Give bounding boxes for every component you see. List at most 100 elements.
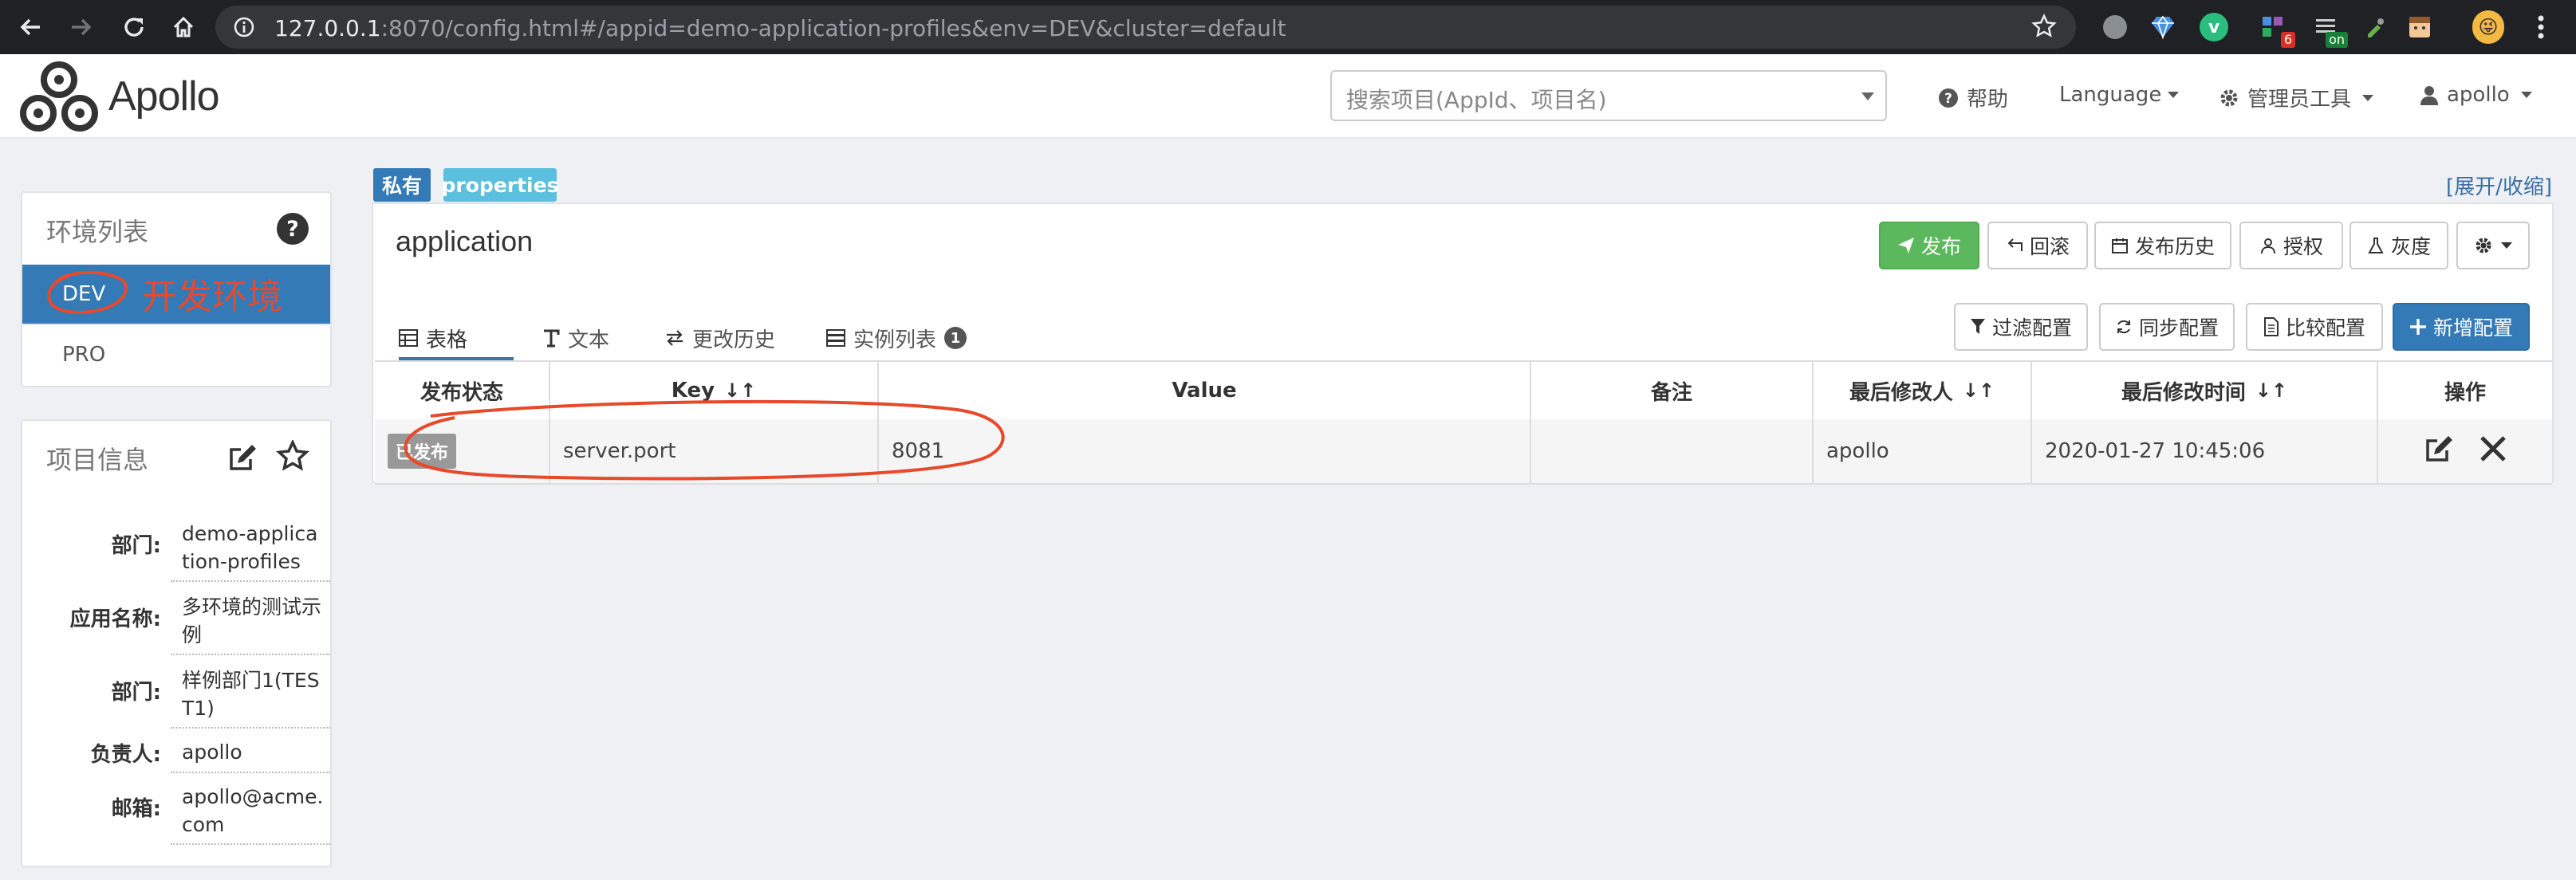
sort-icon[interactable]: ↓↑ — [2255, 379, 2287, 402]
filter-config-button[interactable]: 过滤配置 — [1954, 303, 2088, 351]
publish-history-label: 发布历史 — [2134, 235, 2215, 258]
tab-label: 表格 — [426, 328, 468, 352]
edit-icon[interactable] — [226, 442, 258, 477]
flask-icon — [2368, 238, 2384, 253]
authorize-label: 授权 — [2283, 235, 2323, 258]
filter-icon — [1970, 319, 1985, 334]
tab-text[interactable]: 文本 — [542, 319, 609, 357]
address-bar[interactable]: 127.0.0.1:8070/config.html#/appid=demo-a… — [215, 6, 2076, 49]
publish-button[interactable]: 发布 — [1879, 222, 1979, 269]
cell-actions — [2378, 419, 2552, 483]
delete-x-icon[interactable] — [2479, 434, 2507, 469]
user-icon — [2260, 238, 2275, 254]
annotation-dev-label: 开发环境 — [142, 277, 282, 317]
calendar-icon — [2111, 238, 2128, 253]
forward-icon[interactable] — [62, 8, 100, 46]
admin-tools-dropdown[interactable]: 管理员工具 — [2219, 83, 2374, 112]
annotation-ellipse-row — [404, 399, 1005, 481]
profile-avatar-icon[interactable]: 😜 — [2472, 10, 2504, 44]
rollback-button[interactable]: 回滚 — [1987, 222, 2088, 269]
apollo-logo[interactable]: Apollo — [19, 61, 220, 132]
chevron-down-icon — [1861, 92, 1874, 100]
project-info-title: 项目信息 — [46, 445, 149, 475]
back-icon[interactable] — [11, 8, 49, 46]
browser-menu-icon[interactable] — [2525, 11, 2557, 43]
column-header-actions: 操作 — [2444, 380, 2486, 405]
tab-label: 实例列表 — [853, 328, 937, 352]
language-dropdown[interactable]: Language — [2059, 83, 2180, 107]
bookmark-star-icon[interactable] — [2031, 14, 2057, 42]
sort-icon[interactable]: ↓↑ — [1963, 379, 1995, 402]
add-config-button[interactable]: 新增配置 — [2393, 303, 2530, 351]
namespace-title: application — [396, 225, 534, 257]
grayscale-button[interactable]: 灰度 — [2350, 222, 2448, 269]
chevron-down-icon — [2168, 92, 2180, 98]
language-label: Language — [2059, 83, 2162, 107]
apollo-logo-icon — [20, 61, 98, 132]
chevron-down-icon — [2520, 92, 2532, 98]
extension-face-icon[interactable] — [2404, 11, 2436, 43]
reload-icon[interactable] — [115, 8, 153, 46]
app-navbar — [0, 54, 2576, 138]
edit-icon[interactable] — [2423, 433, 2455, 470]
column-header-modified-time[interactable]: 最后修改时间 ↓↑ — [2032, 362, 2378, 419]
help-link[interactable]: ? 帮助 — [1938, 83, 2008, 112]
add-config-label: 新增配置 — [2432, 316, 2513, 340]
extension-v-icon[interactable]: v — [2198, 11, 2230, 43]
info-key: 邮箱: — [111, 797, 161, 821]
info-value: 样例部门1(TEST1) — [182, 669, 320, 720]
rollback-label: 回滚 — [2029, 235, 2070, 258]
question-circle-icon[interactable]: ? — [276, 212, 309, 249]
undo-icon — [2007, 238, 2023, 251]
project-search-select[interactable]: 搜索项目(AppId、项目名) — [1330, 70, 1887, 121]
extension-diamond-icon[interactable] — [2147, 11, 2179, 43]
star-icon[interactable] — [275, 438, 310, 477]
divider — [171, 654, 330, 655]
extension-gray-circle-icon[interactable] — [2099, 11, 2131, 43]
info-key: 负责人: — [90, 743, 161, 767]
user-icon — [2420, 86, 2438, 105]
publish-history-button[interactable]: 发布历史 — [2094, 222, 2231, 269]
column-header-comment: 备注 — [1531, 362, 1814, 419]
project-info-panel: 项目信息 部门: demo-application-profiles 应用名称:… — [21, 419, 332, 867]
sync-config-label: 同步配置 — [2138, 316, 2219, 340]
question-circle-icon: ? — [1939, 88, 1958, 108]
tab-label: 文本 — [568, 328, 610, 352]
compare-config-label: 比较配置 — [2285, 316, 2365, 340]
annotation-circle-dev — [47, 270, 128, 314]
gear-icon — [2476, 238, 2491, 253]
info-key: 部门: — [111, 681, 161, 705]
grayscale-label: 灰度 — [2390, 235, 2431, 258]
env-item-pro[interactable]: PRO — [22, 324, 330, 383]
svg-text:?: ? — [1944, 91, 1952, 107]
env-list-title: 环境列表 — [46, 217, 149, 247]
help-label: 帮助 — [1967, 88, 2009, 112]
extension-list-icon[interactable]: on — [2310, 11, 2348, 48]
info-value: apollo@acme.com — [182, 785, 324, 836]
tab-table[interactable]: 表格 — [399, 319, 514, 361]
send-icon — [1897, 238, 1914, 253]
table-icon — [399, 329, 418, 347]
cell-modified-time: 2020-01-27 10:45:06 — [2032, 419, 2378, 483]
settings-dropdown-button[interactable] — [2456, 222, 2530, 269]
cell-modifier: apollo — [1814, 419, 2032, 483]
info-value: apollo — [182, 741, 242, 764]
home-icon[interactable] — [164, 8, 203, 46]
expand-collapse-link[interactable]: [展开/收缩] — [2446, 171, 2552, 200]
extension-grid-icon[interactable]: 6 — [2257, 11, 2295, 48]
tab-instance-list[interactable]: 实例列表 1 — [826, 319, 967, 357]
site-info-icon[interactable] — [233, 16, 255, 41]
column-header-modifier[interactable]: 最后修改人 ↓↑ — [1814, 362, 2032, 419]
divider — [171, 772, 330, 773]
extension-on-badge: on — [2326, 32, 2348, 48]
compare-config-button[interactable]: 比较配置 — [2246, 303, 2383, 351]
authorize-button[interactable]: 授权 — [2239, 222, 2343, 269]
tag-private: 私有 — [373, 168, 431, 202]
user-dropdown[interactable]: apollo — [2420, 83, 2532, 107]
plus-icon — [2409, 319, 2426, 335]
extension-eyedropper-icon[interactable] — [2359, 11, 2391, 43]
info-value: demo-application-profiles — [182, 522, 318, 573]
user-label: apollo — [2447, 83, 2510, 107]
tab-change-history[interactable]: 更改历史 — [665, 319, 775, 357]
sync-config-button[interactable]: 同步配置 — [2099, 303, 2235, 351]
